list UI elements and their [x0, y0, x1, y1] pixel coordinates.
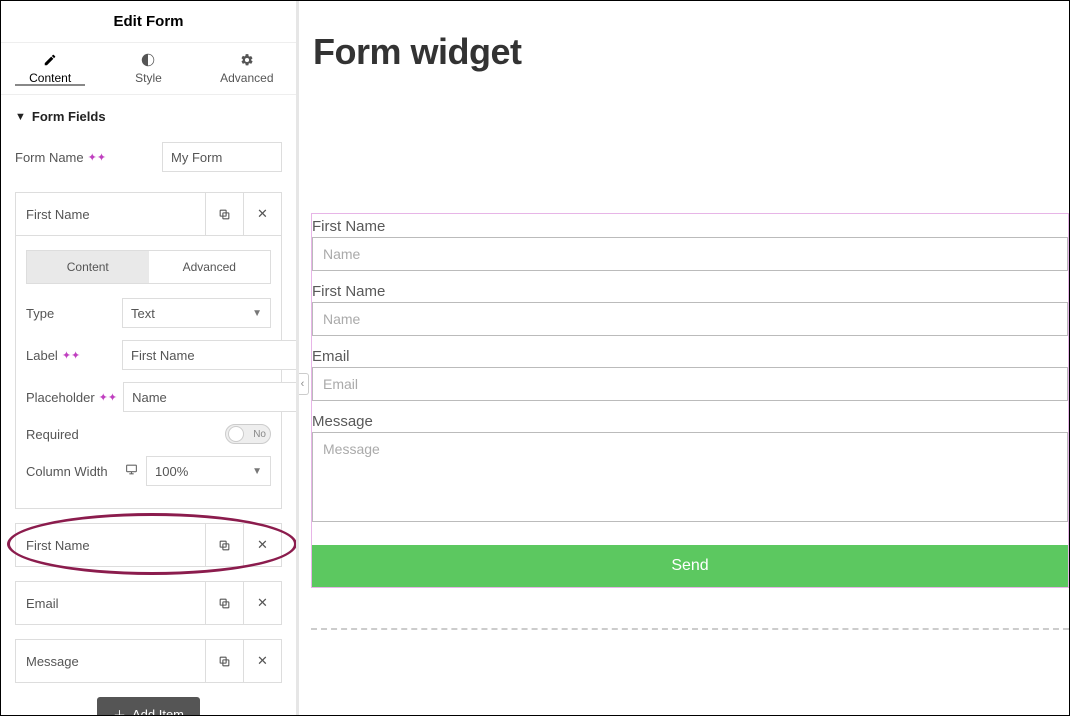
column-width-select[interactable]: 100% ▼: [146, 456, 271, 486]
tab-advanced[interactable]: Advanced: [198, 53, 296, 85]
pencil-icon: [43, 53, 57, 67]
desktop-icon[interactable]: [122, 463, 140, 479]
row-form-name: Form Name ✦✦: [15, 142, 282, 172]
contrast-icon: [141, 53, 155, 67]
submit-button[interactable]: Send: [312, 545, 1068, 587]
tab-content[interactable]: Content: [1, 53, 99, 85]
close-icon: ✕: [257, 206, 268, 222]
copy-icon: [218, 655, 231, 668]
chevron-left-icon: ‹: [301, 378, 305, 390]
form-widget[interactable]: First Name First Name Email Message Send: [311, 213, 1069, 588]
close-icon: ✕: [257, 653, 268, 669]
required-toggle[interactable]: No: [225, 424, 271, 444]
field-item-header[interactable]: First Name ✕: [16, 193, 281, 235]
section-form-fields[interactable]: ▼ Form Fields: [15, 109, 282, 124]
field-item-title: Message: [16, 654, 205, 669]
form-input-first-name-2[interactable]: [312, 302, 1068, 336]
form-label: First Name: [312, 214, 1068, 237]
tab-style[interactable]: Style: [99, 53, 197, 85]
page-title: Form widget: [313, 31, 1069, 73]
form-name-input[interactable]: [162, 142, 282, 172]
duplicate-button[interactable]: [205, 582, 243, 624]
field-item: First Name ✕: [15, 523, 282, 567]
sidebar: Edit Form Content Style Advanced ▼ Form …: [1, 1, 299, 715]
panel-title: Edit Form: [1, 1, 296, 43]
plus-icon: ＋: [113, 705, 126, 715]
placeholder-label: Placeholder: [26, 390, 95, 405]
canvas: Form widget First Name First Name Email …: [299, 1, 1069, 715]
dynamic-icon[interactable]: ✦✦: [99, 391, 117, 404]
field-item-title: Email: [16, 596, 205, 611]
chevron-down-icon: ▼: [252, 466, 262, 477]
empty-section-placeholder[interactable]: [311, 628, 1069, 633]
type-label: Type: [26, 306, 116, 321]
form-input-email[interactable]: [312, 367, 1068, 401]
chevron-down-icon: ▼: [252, 308, 262, 319]
field-item-header[interactable]: Message ✕: [16, 640, 281, 682]
form-input-first-name[interactable]: [312, 237, 1068, 271]
dynamic-icon[interactable]: ✦✦: [88, 151, 106, 164]
duplicate-button[interactable]: [205, 640, 243, 682]
required-label: Required: [26, 427, 116, 442]
gear-icon: [240, 53, 254, 67]
remove-button[interactable]: ✕: [243, 582, 281, 624]
field-item-expanded: First Name ✕ Content Advanced: [15, 192, 282, 509]
copy-icon: [218, 208, 231, 221]
remove-button[interactable]: ✕: [243, 524, 281, 566]
field-item: Email ✕: [15, 581, 282, 625]
label-input[interactable]: [122, 340, 296, 370]
form-label: Message: [312, 409, 1068, 432]
caret-down-icon: ▼: [15, 111, 26, 123]
form-name-label: Form Name: [15, 150, 84, 165]
copy-icon: [218, 539, 231, 552]
label-label: Label: [26, 348, 58, 363]
duplicate-button[interactable]: [205, 524, 243, 566]
field-item-title: First Name: [16, 207, 205, 222]
duplicate-button[interactable]: [205, 193, 243, 235]
form-input-message[interactable]: [312, 432, 1068, 522]
field-item-header[interactable]: Email ✕: [16, 582, 281, 624]
form-label: First Name: [312, 279, 1068, 302]
copy-icon: [218, 597, 231, 610]
subtab-advanced[interactable]: Advanced: [149, 251, 271, 283]
column-width-label: Column Width: [26, 464, 116, 479]
type-select[interactable]: Text ▼: [122, 298, 271, 328]
field-item-header[interactable]: First Name ✕: [16, 524, 281, 566]
add-item-button[interactable]: ＋ Add Item: [97, 697, 200, 715]
subtab-content[interactable]: Content: [27, 251, 149, 283]
remove-button[interactable]: ✕: [243, 640, 281, 682]
panel-tabs: Content Style Advanced: [1, 43, 296, 95]
panel-collapse-handle[interactable]: ‹: [299, 373, 309, 395]
field-item-title: First Name: [16, 538, 205, 553]
dynamic-icon[interactable]: ✦✦: [62, 349, 80, 362]
placeholder-input[interactable]: [123, 382, 296, 412]
form-label: Email: [312, 344, 1068, 367]
close-icon: ✕: [257, 595, 268, 611]
close-icon: ✕: [257, 537, 268, 553]
remove-button[interactable]: ✕: [243, 193, 281, 235]
field-item: Message ✕: [15, 639, 282, 683]
